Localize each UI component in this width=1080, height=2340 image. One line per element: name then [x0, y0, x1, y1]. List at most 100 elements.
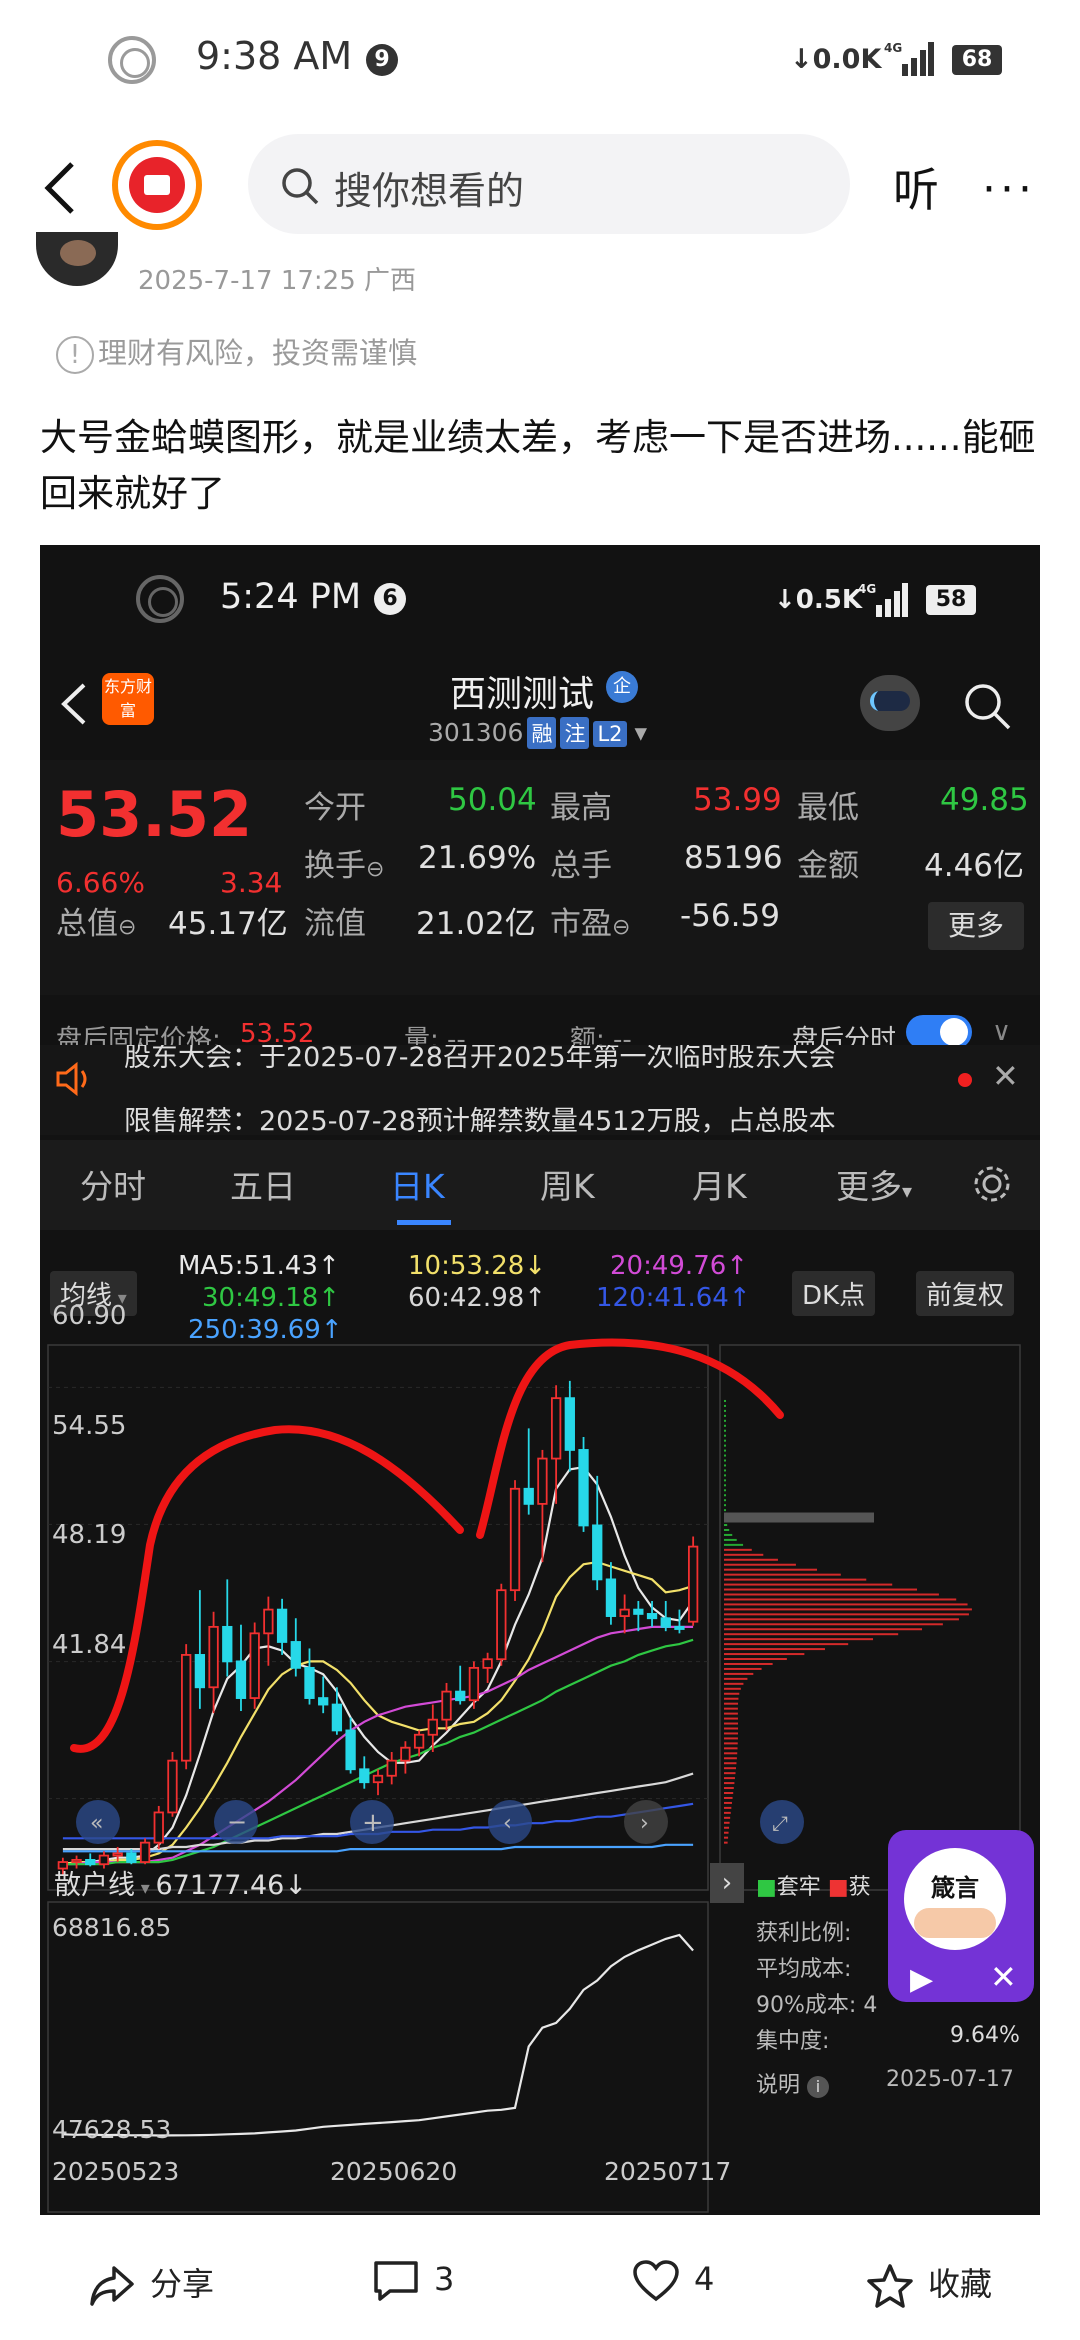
candle-body — [482, 1658, 493, 1669]
bottom-action-bar: 分享 3 4 收藏 — [0, 2215, 1080, 2340]
candle-body — [276, 1608, 288, 1643]
svg-text:⤢: ⤢ — [772, 1811, 788, 1835]
status-time: 9:38 AM — [196, 34, 353, 78]
chip-bar — [724, 1702, 739, 1705]
candle-body — [523, 1487, 534, 1505]
svg-text:›: › — [640, 1811, 649, 1836]
svg-text:«: « — [90, 1811, 103, 1836]
promo-avatar[interactable]: 箴言 — [904, 1848, 1006, 1950]
share-button[interactable]: 分享 — [88, 2259, 214, 2308]
candle-body — [400, 1746, 411, 1762]
candle-body — [633, 1608, 644, 1615]
chip-bar — [724, 1568, 818, 1571]
chip-bar — [724, 1578, 867, 1581]
candle-body — [619, 1608, 630, 1617]
chip-bar — [724, 1524, 728, 1527]
chip-bar — [724, 1806, 732, 1809]
chip-bar — [724, 1494, 726, 1497]
chip-bar — [724, 1583, 893, 1586]
more-menu-button[interactable]: ··· — [982, 164, 1036, 215]
chip-bar — [724, 1538, 737, 1541]
share-icon — [90, 2266, 134, 2306]
chip-bar — [724, 1504, 726, 1507]
handdrawn-curve-left — [70, 1425, 464, 1753]
chip-bar — [724, 1459, 726, 1462]
play-icon[interactable]: ▶ — [910, 1962, 933, 1997]
chip-bar — [724, 1811, 731, 1814]
candle-body — [578, 1449, 589, 1527]
expand-arrow-icon: › — [710, 1863, 744, 1903]
chip-bar — [724, 1618, 959, 1621]
chip-bar — [724, 1831, 729, 1834]
chip-bar — [724, 1816, 731, 1819]
comment-button[interactable]: 3 — [372, 2259, 454, 2303]
chip-bar — [724, 1672, 754, 1675]
chip-bar — [724, 1747, 738, 1750]
chip-90-value: 4 — [863, 1993, 878, 2018]
chip-bar — [724, 1727, 739, 1730]
candle-body — [167, 1759, 178, 1814]
retail-line-value: 67177.46↓ — [155, 1870, 307, 1901]
chip-row-concentration: 集中度: — [756, 2023, 829, 2055]
candle-body — [386, 1759, 397, 1777]
candle-body — [222, 1625, 233, 1663]
net-speed: ↓0.0K — [790, 44, 882, 75]
chip-bar — [724, 1434, 726, 1437]
chip-bar — [724, 1757, 737, 1760]
chip-bar — [724, 1722, 739, 1725]
candle-body — [194, 1654, 206, 1689]
listen-button[interactable]: 听 — [893, 154, 939, 220]
chip-row-90: 90%成本: 4 — [756, 1987, 877, 2019]
app-logo[interactable] — [112, 140, 202, 230]
chip-bar — [724, 1638, 874, 1641]
legend-swatch-green: ■ — [756, 1875, 777, 1900]
svg-text:−: − — [227, 1808, 247, 1836]
candle-body — [126, 1852, 137, 1863]
candle-body — [290, 1641, 301, 1669]
chip-bar — [724, 1787, 734, 1790]
chip-bar — [724, 1653, 805, 1656]
chip-bar — [724, 1732, 739, 1735]
candle-body — [455, 1690, 466, 1702]
favorite-button[interactable]: 收藏 — [866, 2259, 992, 2309]
chip-row-avg: 平均成本: — [756, 1951, 851, 1983]
chip-bar — [724, 1613, 969, 1616]
like-button[interactable]: 4 — [632, 2259, 714, 2303]
floating-promo-widget[interactable]: 箴言 ▶ ✕ — [888, 1830, 1034, 2002]
x-date-end: 20250717 — [604, 2157, 732, 2186]
chip-bar — [724, 1479, 726, 1482]
candle-body — [139, 1841, 151, 1863]
y-tick-1: 60.90 — [52, 1301, 127, 1331]
chip-bar — [724, 1533, 733, 1536]
svg-text:‹: ‹ — [503, 1811, 512, 1836]
chip-note: 说明 i — [756, 2067, 830, 2099]
back-arrow-icon[interactable] — [40, 158, 80, 218]
y-tick-3: 48.19 — [52, 1520, 127, 1550]
chip-bar — [724, 1424, 726, 1427]
chip-bar — [724, 1742, 738, 1745]
candle-body — [263, 1608, 274, 1635]
chip-legend-profit-label: 获 — [848, 1875, 871, 1900]
chip-bar — [724, 1598, 957, 1601]
chip-bar — [724, 1826, 730, 1829]
chip-bar — [724, 1543, 744, 1546]
chip-bar — [724, 1628, 923, 1631]
close-icon[interactable]: ✕ — [990, 1958, 1017, 1996]
chip-bar — [724, 1563, 796, 1566]
chip-profit-label: 获利比例: — [756, 1921, 852, 1946]
chip-bar — [724, 1528, 730, 1531]
chip-bar — [724, 1419, 726, 1422]
legend-swatch-red: ■ — [827, 1875, 849, 1900]
chip-bar — [724, 1777, 735, 1780]
candle-body — [181, 1654, 192, 1762]
search-box[interactable]: 搜你想看的 — [248, 134, 850, 234]
chip-bar — [724, 1608, 972, 1611]
chip-bar — [724, 1772, 736, 1775]
candle-body — [427, 1718, 438, 1736]
candle-body — [304, 1666, 315, 1699]
author-avatar[interactable] — [36, 232, 118, 286]
favorite-label: 收藏 — [928, 2265, 993, 2303]
y-tick-2: 54.55 — [52, 1411, 127, 1441]
chip-bar — [724, 1717, 738, 1720]
candle-body — [153, 1811, 164, 1844]
